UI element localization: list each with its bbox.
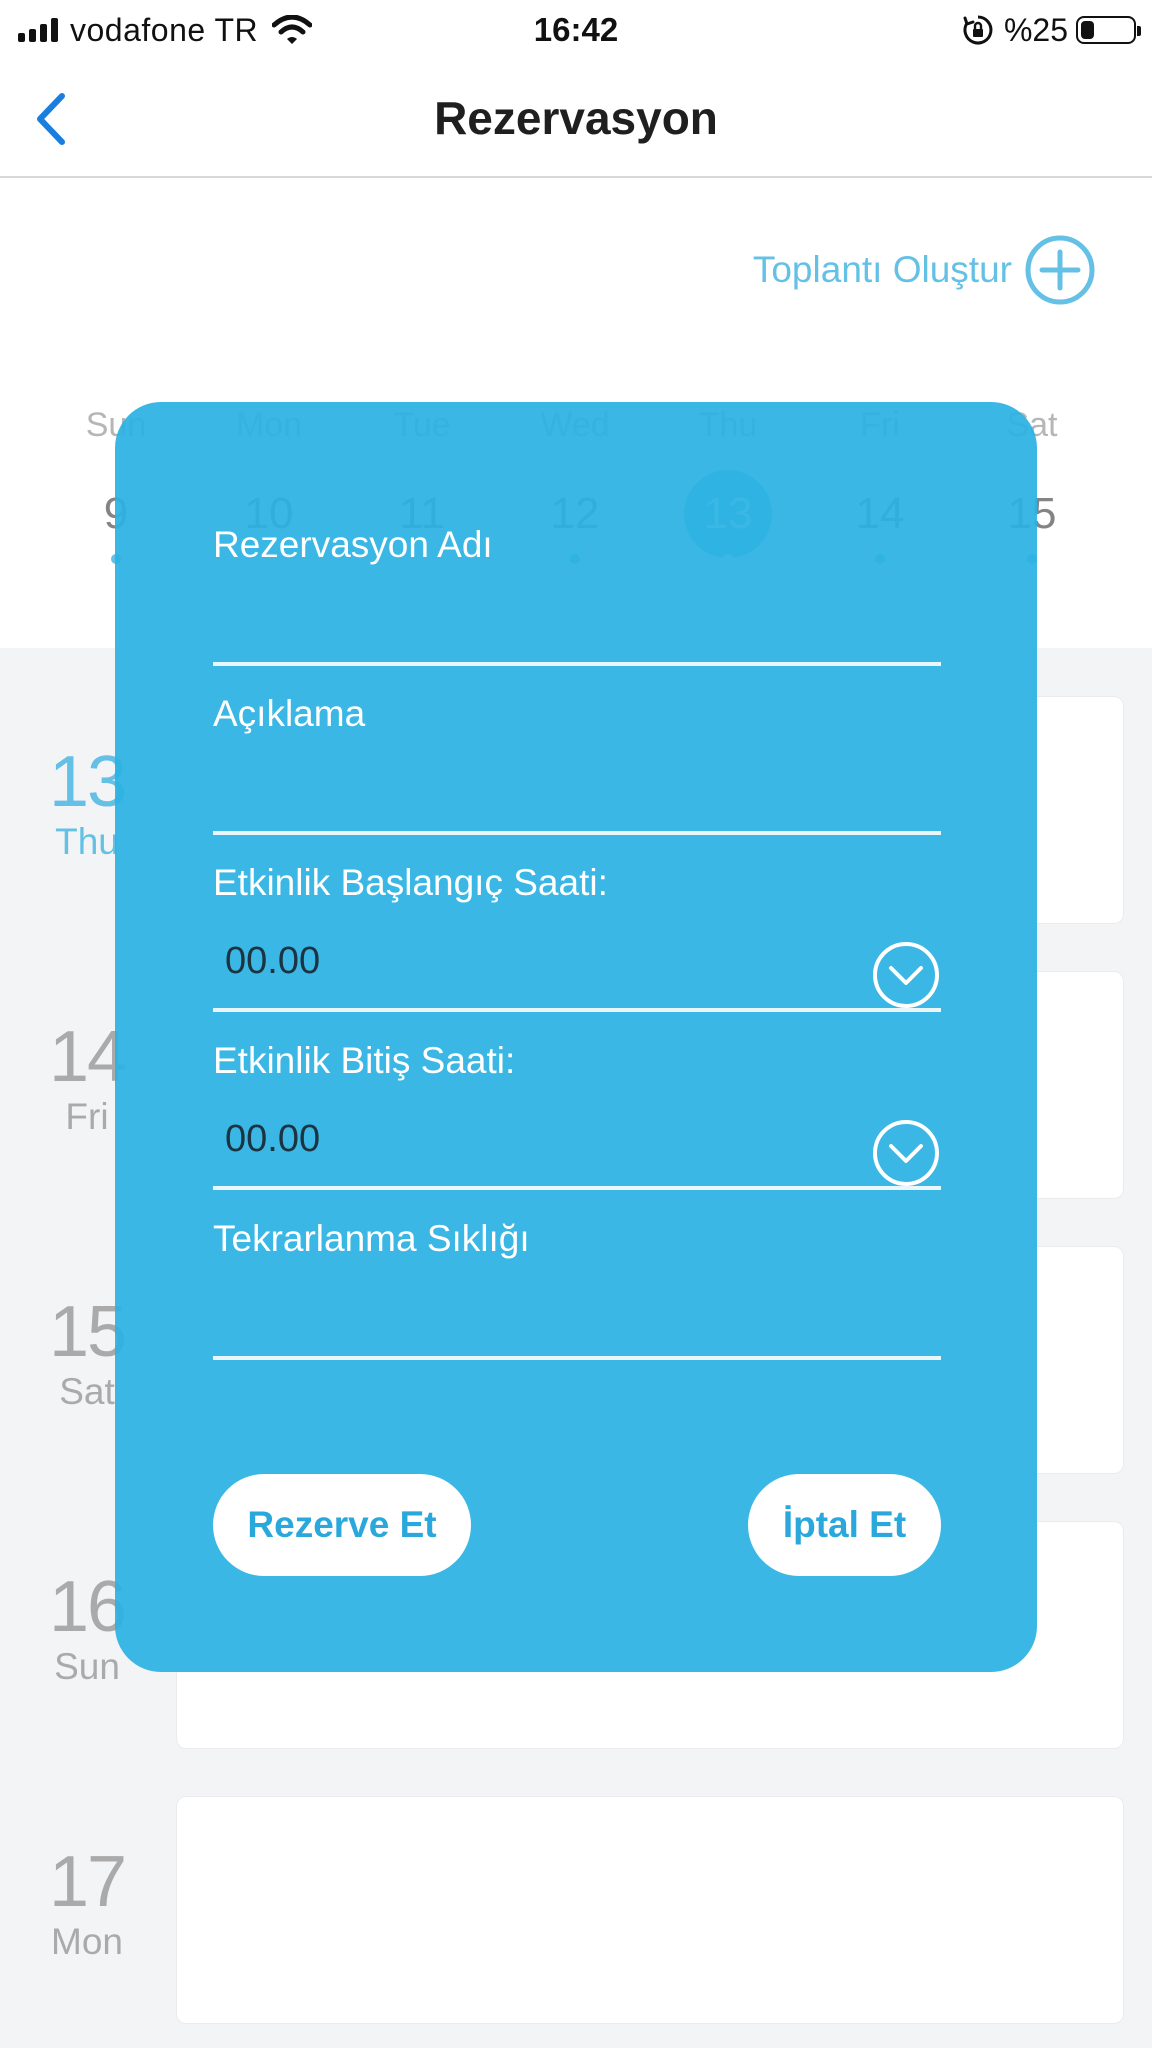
reservation-name-field[interactable]: Rezervasyon Adı: [213, 522, 941, 666]
repeat-frequency-underline: [213, 1356, 941, 1360]
battery-icon: [1076, 16, 1141, 44]
start-time-field[interactable]: Etkinlik Başlangıç Saati: 00.00: [213, 860, 941, 1012]
reservation-name-underline: [213, 662, 941, 666]
end-time-underline: [213, 1186, 941, 1190]
page-title: Rezervasyon: [434, 92, 718, 144]
end-time-field[interactable]: Etkinlik Bitiş Saati: 00.00: [213, 1038, 941, 1190]
end-time-label: Etkinlik Bitiş Saati:: [213, 1040, 516, 1081]
start-time-underline: [213, 1008, 941, 1012]
repeat-frequency-field[interactable]: Tekrarlanma Sıklığı: [213, 1216, 941, 1360]
cancel-button[interactable]: İptal Et: [748, 1474, 941, 1576]
description-label: Açıklama: [213, 693, 366, 734]
description-underline: [213, 831, 941, 835]
battery-level: [1081, 21, 1094, 39]
orientation-lock-icon: [963, 15, 993, 45]
status-bar: vodafone TR 16:42 %25: [0, 0, 1152, 60]
reservation-name-label: Rezervasyon Adı: [213, 524, 493, 565]
end-time-value[interactable]: 00.00: [225, 1116, 320, 1162]
description-field[interactable]: Açıklama: [213, 691, 941, 835]
reservation-modal: Rezervasyon Adı Açıklama Etkinlik Başlan…: [115, 402, 1037, 1672]
chevron-down-circle-icon[interactable]: [871, 940, 941, 1010]
start-time-value[interactable]: 00.00: [225, 938, 320, 984]
navigation-bar: Rezervasyon: [0, 60, 1152, 178]
repeat-frequency-label: Tekrarlanma Sıklığı: [213, 1218, 530, 1259]
reserve-button[interactable]: Rezerve Et: [213, 1474, 471, 1576]
chevron-down-circle-icon[interactable]: [871, 1118, 941, 1188]
start-time-label: Etkinlik Başlangıç Saati:: [213, 862, 608, 903]
battery-percentage: %25: [1003, 11, 1068, 48]
